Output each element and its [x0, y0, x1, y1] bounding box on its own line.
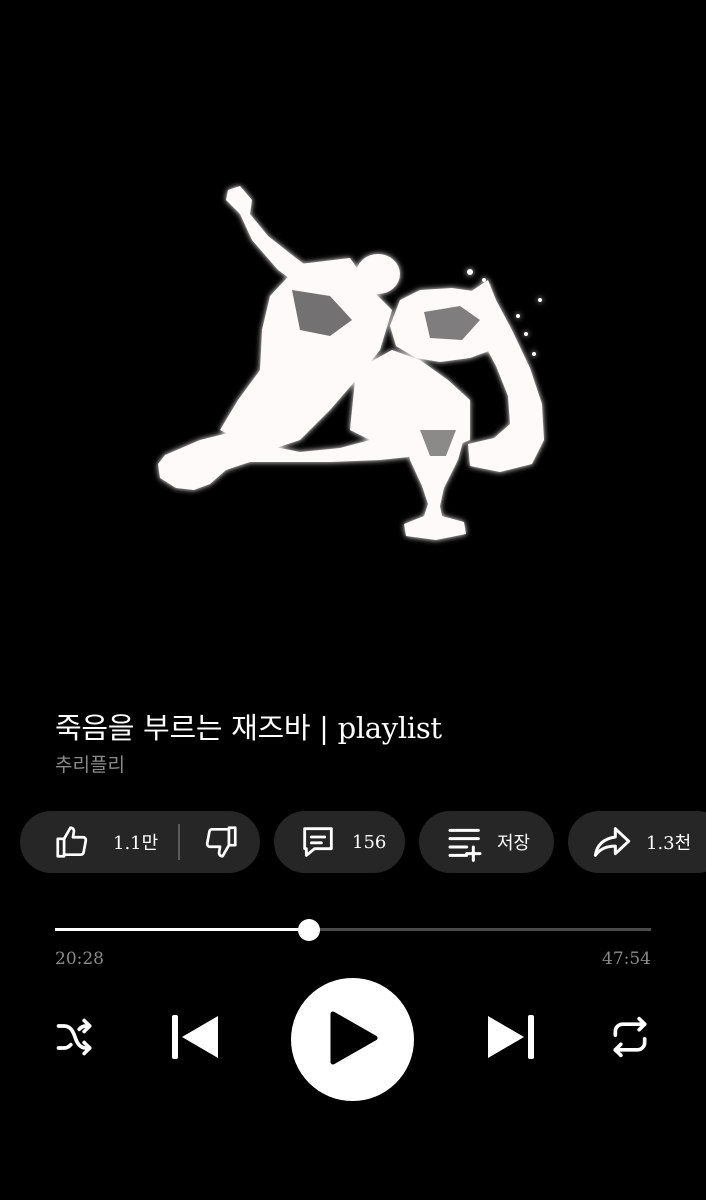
save-label: 저장: [497, 833, 531, 854]
comment-count: 156: [352, 831, 387, 853]
video-title: 죽음을 부르는 재즈바 | playlist: [55, 711, 442, 745]
share-button[interactable]: 1.3천: [568, 811, 706, 873]
shuffle-icon: [53, 1015, 97, 1063]
thumbs-up-icon[interactable]: [53, 823, 91, 861]
like-count: 1.1만: [113, 833, 159, 854]
seek-bar[interactable]: [55, 919, 651, 941]
like-dislike-group: 1.1만: [20, 811, 260, 873]
action-bar: 1.1만 156 저장 1.3천: [0, 811, 706, 873]
album-artwork: [0, 0, 706, 660]
seek-thumb[interactable]: [298, 919, 321, 941]
previous-button[interactable]: [165, 1013, 223, 1065]
comment-icon: [298, 822, 338, 862]
playlist-add-icon: [445, 822, 485, 862]
seek-progress-fill: [55, 928, 310, 931]
play-button[interactable]: [291, 978, 414, 1101]
playback-controls: [0, 975, 706, 1103]
channel-name[interactable]: 추리플리: [55, 752, 125, 778]
play-icon: [327, 1010, 379, 1070]
share-count: 1.3천: [646, 833, 692, 854]
save-button[interactable]: 저장: [419, 811, 554, 873]
shuffle-button[interactable]: [50, 1016, 100, 1062]
thumbs-down-icon[interactable]: [202, 823, 240, 861]
repeat-icon: [608, 1015, 652, 1063]
repeat-button[interactable]: [605, 1016, 655, 1062]
comments-button[interactable]: 156: [274, 811, 405, 873]
current-time: 20:28: [55, 949, 104, 969]
skip-previous-icon: [166, 1012, 222, 1066]
next-button[interactable]: [483, 1013, 541, 1065]
total-time: 47:54: [602, 949, 651, 969]
share-icon: [592, 822, 632, 862]
skip-next-icon: [484, 1012, 540, 1066]
like-divider: [178, 824, 181, 860]
